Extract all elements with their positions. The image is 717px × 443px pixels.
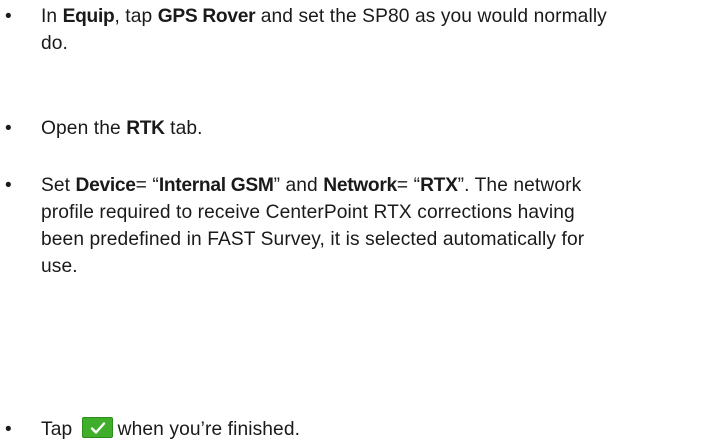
step-text: In Equip, tap GPS Rover and set the SP80… xyxy=(41,6,607,54)
list-item-finish-step: • Tap when you’re finished. xyxy=(0,416,717,443)
list-item-rtk-step: • Open the RTK tab. xyxy=(0,115,717,142)
step-text: Set Device= “Internal GSM” and Network= … xyxy=(41,175,585,277)
bullet: • xyxy=(5,175,12,196)
ui-term-equip: Equip xyxy=(62,6,115,27)
bullet: • xyxy=(5,118,12,139)
instruction-document: • In Equip, tap GPS Rover and set the SP… xyxy=(0,0,717,440)
ui-term-device: Device xyxy=(75,175,136,196)
bullet: • xyxy=(5,6,12,27)
ui-term-network: Network xyxy=(323,175,397,196)
list-item-equip-step: • In Equip, tap GPS Rover and set the SP… xyxy=(0,3,717,57)
step-text: Open the RTK tab. xyxy=(41,118,203,139)
bullet: • xyxy=(5,419,12,440)
ui-term-internal-gsm: Internal GSM xyxy=(158,175,274,196)
steps-list: • In Equip, tap GPS Rover and set the SP… xyxy=(0,0,717,440)
ui-term-rtk: RTK xyxy=(126,118,165,139)
step-text: Tap when you’re finished. xyxy=(41,417,301,440)
checkmark-confirm-icon xyxy=(81,417,113,439)
ui-term-gps-rover: GPS Rover xyxy=(157,6,256,27)
check-glyph-icon xyxy=(90,422,105,435)
ui-term-rtx: RTX xyxy=(420,175,458,196)
